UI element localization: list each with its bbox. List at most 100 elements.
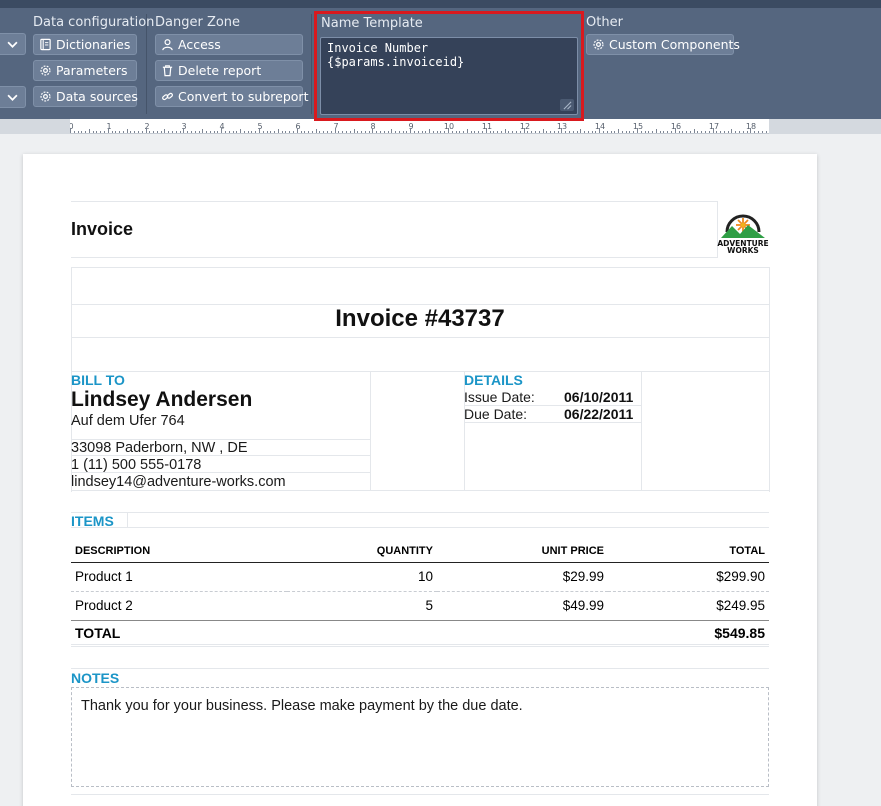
data-sources-button[interactable]: Data sources (33, 86, 138, 107)
ruler-tick (301, 131, 302, 133)
user-icon (161, 38, 174, 51)
dictionaries-button[interactable]: Dictionaries (33, 34, 137, 55)
notes-text: Thank you for your business. Please make… (81, 698, 523, 714)
custom-components-label: Custom Components (609, 37, 740, 52)
ruler-tick (478, 131, 479, 133)
ruler-tick (482, 131, 483, 133)
ruler-tick (346, 131, 347, 133)
ruler-tick (319, 131, 320, 133)
collapse-dropdown-top[interactable] (0, 33, 26, 55)
ruler-tick (641, 131, 642, 133)
column-header-total: TOTAL (608, 541, 769, 563)
ruler-tick (236, 131, 237, 133)
ruler-tick (354, 129, 355, 133)
item-description: Product 1 (71, 562, 287, 592)
convert-to-subreport-button[interactable]: Convert to subreport (155, 86, 308, 107)
items-label: ITEMS (71, 513, 114, 529)
item-quantity: 5 (287, 591, 437, 621)
custom-components-button[interactable]: Custom Components (586, 34, 740, 55)
ruler-tick (191, 131, 192, 133)
ruler-tick (645, 131, 646, 133)
ruler-tick (565, 131, 566, 133)
ruler-tick (471, 131, 472, 133)
ruler-tick (229, 131, 230, 133)
due-date-label: Due Date: (464, 406, 528, 422)
total-row: TOTAL $549.85 (71, 619, 769, 647)
ruler-tick (70, 128, 71, 133)
collapse-dropdown-bottom[interactable] (0, 86, 26, 108)
ruler-tick (304, 131, 305, 133)
ruler-tick (595, 131, 596, 133)
ruler-tick (104, 131, 105, 133)
table-row: Product 2 5 $49.99 $249.95 (71, 591, 769, 621)
ruler-tick (701, 131, 702, 133)
ruler-tick (331, 131, 332, 133)
group-separator (311, 14, 312, 114)
ruler-tick (558, 131, 559, 133)
ruler-tick (663, 131, 664, 133)
customer-street: Auf dem Ufer 764 (71, 413, 185, 429)
ruler-tick (81, 131, 82, 133)
ruler-number: 18 (745, 122, 757, 131)
link-icon (161, 90, 174, 103)
ruler-tick (660, 131, 661, 133)
chevron-down-icon (7, 94, 18, 101)
item-description: Product 2 (71, 591, 287, 621)
ruler-tick (115, 131, 116, 133)
table-row: Product 1 10 $29.99 $299.90 (71, 562, 769, 592)
guide-line (71, 201, 717, 202)
guide-line (71, 371, 769, 372)
guide-line (127, 512, 128, 528)
ruler-tick (376, 131, 377, 133)
ruler-tick (274, 131, 275, 133)
ruler-tick (667, 131, 668, 133)
ruler-tick (338, 131, 339, 133)
ruler-tick (422, 131, 423, 133)
ruler-tick (618, 129, 619, 133)
ruler-tick (248, 131, 249, 133)
access-button[interactable]: Access (155, 34, 303, 55)
ruler-tick (437, 131, 438, 133)
dictionaries-label: Dictionaries (56, 37, 131, 52)
ruler-tick (270, 131, 271, 133)
horizontal-ruler: 0123456789101112131415161718 (70, 119, 769, 134)
ruler-tick (747, 131, 748, 133)
ruler-tick (267, 131, 268, 133)
ruler-tick (199, 131, 200, 133)
ruler-tick (629, 131, 630, 133)
ruler-tick (93, 131, 94, 133)
guide-line (71, 337, 769, 338)
guide-line (71, 490, 769, 491)
ruler-tick (569, 131, 570, 133)
ruler-tick (584, 131, 585, 133)
item-quantity: 10 (287, 562, 437, 592)
ruler-tick (372, 128, 373, 133)
parameters-button[interactable]: Parameters (33, 60, 137, 81)
ruler-tick (679, 131, 680, 133)
ruler-tick (108, 128, 109, 133)
ruler-tick (357, 131, 358, 133)
total-label: TOTAL (71, 619, 287, 647)
details-label: DETAILS (464, 372, 523, 388)
ruler-tick (327, 131, 328, 133)
ruler-tick (652, 131, 653, 133)
guide-line (71, 512, 769, 513)
ruler-tick (648, 131, 649, 133)
ruler-tick (172, 131, 173, 133)
ruler-tick (577, 131, 578, 133)
guide-line (464, 422, 641, 423)
ruler-tick (202, 129, 203, 133)
ruler-tick (391, 129, 392, 133)
ruler-tick (573, 131, 574, 133)
ruler-tick (157, 131, 158, 133)
ruler-tick (524, 128, 525, 133)
delete-report-button[interactable]: Delete report (155, 60, 303, 81)
ruler-tick (486, 128, 487, 133)
ruler-tick (74, 131, 75, 133)
guide-line (71, 257, 717, 258)
ruler-tick (637, 128, 638, 133)
ruler-tick (675, 128, 676, 133)
ruler-tick (395, 131, 396, 133)
item-unit-price: $49.99 (437, 591, 608, 621)
ruler-tick (89, 129, 90, 133)
